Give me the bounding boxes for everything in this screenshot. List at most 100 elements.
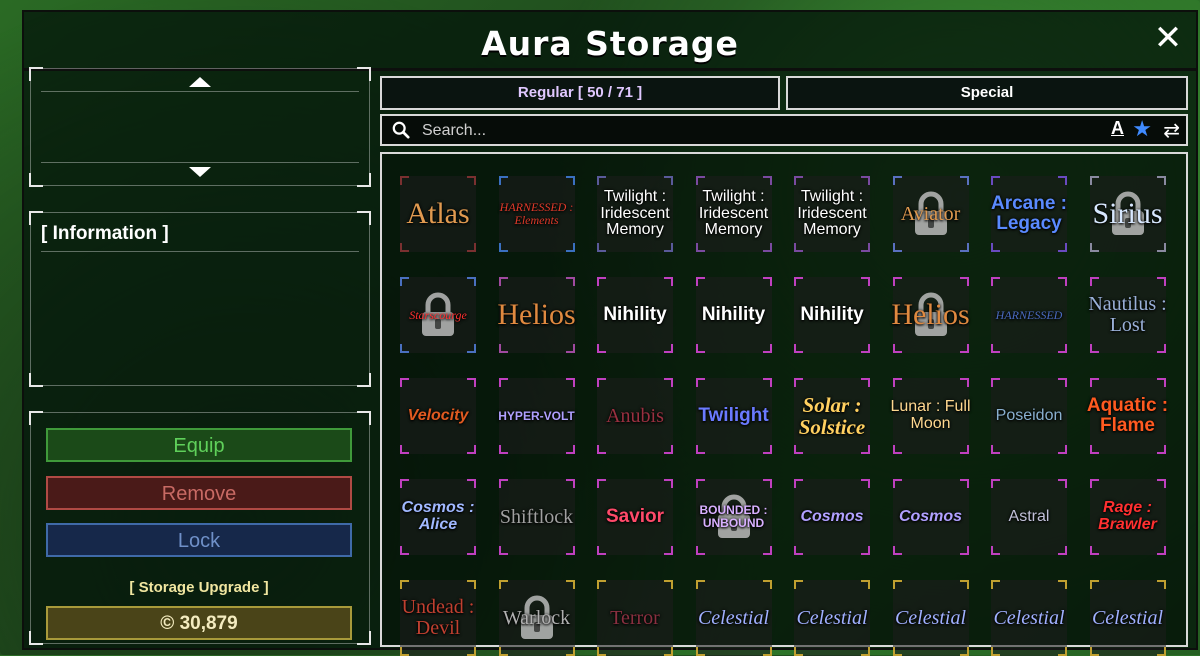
- preview-divider: [41, 91, 359, 92]
- aura-name: Twilight : Iridescent Memory: [797, 187, 867, 239]
- aura-slot[interactable]: Cosmos: [794, 479, 870, 555]
- aura-slot[interactable]: Nihility: [695, 277, 772, 353]
- search-icon: [392, 121, 410, 139]
- aura-slot[interactable]: Twilight : Iridescent Memory: [695, 176, 772, 252]
- aura-slot[interactable]: Cosmos : Alice: [400, 479, 476, 555]
- aura-storage-window: Aura Storage ✕ [ Information ] Equip Rem…: [22, 10, 1198, 656]
- preview-divider: [41, 162, 359, 163]
- aura-preview-box: [29, 67, 371, 187]
- window-title: Aura Storage: [481, 24, 739, 63]
- search-input[interactable]: [420, 118, 1024, 144]
- aura-slot[interactable]: Nihility: [794, 277, 870, 353]
- aura-slot[interactable]: Undead : Devil: [400, 580, 476, 656]
- aura-name: Astral: [1008, 507, 1050, 525]
- aura-name: Aquatic : Flame: [1086, 395, 1169, 436]
- aura-slot[interactable]: Starscourge: [400, 277, 476, 353]
- aura-slot[interactable]: Helios: [497, 277, 576, 353]
- scroll-up-icon[interactable]: [189, 77, 211, 87]
- aura-slot[interactable]: Helios: [891, 277, 970, 353]
- aura-name: Atlas: [406, 197, 470, 231]
- storage-upgrade-button[interactable]: © 30,879: [46, 606, 352, 640]
- aura-slot[interactable]: HARNESSED : Elements: [498, 176, 575, 252]
- aura-slot[interactable]: HYPER-VOLT: [498, 378, 575, 454]
- aura-name: Nihility: [701, 304, 766, 326]
- aura-slot[interactable]: Lunar : Full Moon: [890, 378, 971, 454]
- aura-name: Twilight : Iridescent Memory: [698, 187, 769, 239]
- aura-slot[interactable]: Atlas: [400, 176, 476, 252]
- aura-name: Savior: [605, 506, 665, 528]
- aura-slot[interactable]: Sirius: [1089, 176, 1166, 252]
- aura-name: Cosmos : Alice: [401, 499, 475, 533]
- favorite-star-icon[interactable]: ★: [1132, 118, 1152, 142]
- aura-slot[interactable]: Aviator: [892, 176, 969, 252]
- aura-name: Celestial: [894, 606, 967, 629]
- aura-name: Starscourge: [409, 307, 467, 322]
- aura-slot[interactable]: Nautilus : Lost: [1088, 277, 1167, 353]
- aura-slot[interactable]: Poseidon: [991, 378, 1067, 454]
- aura-slot[interactable]: Cosmos: [892, 479, 969, 555]
- aura-slot[interactable]: BOUNDED : UNBOUND: [695, 479, 772, 555]
- aura-slot[interactable]: Nihility: [597, 277, 673, 353]
- aura-slot[interactable]: Celestial: [892, 580, 969, 656]
- aura-name: Shiftlock: [499, 505, 574, 528]
- aura-slot[interactable]: Terror: [597, 580, 673, 656]
- aura-slot[interactable]: Savior: [597, 479, 673, 555]
- aura-slot[interactable]: Solar : Solstice: [794, 378, 870, 454]
- aura-name: Sirius: [1092, 197, 1163, 231]
- aura-name: BOUNDED : UNBOUND: [699, 503, 768, 530]
- aura-slot[interactable]: Warlock: [498, 580, 575, 656]
- aura-name: Twilight: [698, 405, 769, 427]
- storage-upgrade-label: [ Storage Upgrade ]: [129, 579, 269, 596]
- aura-name: Velocity: [407, 406, 469, 424]
- aura-name: HARNESSED: [995, 307, 1063, 322]
- aura-name: HARNESSED : Elements: [499, 200, 574, 227]
- aura-name: Aviator: [900, 202, 961, 225]
- aura-slot[interactable]: Celestial: [1089, 580, 1166, 656]
- aura-name: Nautilus : Lost: [1088, 293, 1167, 336]
- aura-name: Twilight : Iridescent Memory: [600, 187, 670, 239]
- aura-name: Celestial: [796, 606, 868, 629]
- aura-name: Cosmos: [800, 507, 864, 525]
- tab-regular[interactable]: Regular [ 50 / 71 ]: [380, 76, 780, 110]
- aura-name: Helios: [891, 298, 970, 332]
- aura-slot[interactable]: Twilight: [695, 378, 772, 454]
- scroll-down-icon[interactable]: [189, 167, 211, 177]
- equip-button[interactable]: Equip: [46, 428, 352, 462]
- sort-alphabetical-button[interactable]: A: [1111, 118, 1124, 139]
- aura-name: Poseidon: [995, 406, 1063, 424]
- aura-name: Celestial: [993, 606, 1065, 629]
- aura-name: Lunar : Full Moon: [890, 398, 971, 432]
- aura-slot[interactable]: Celestial: [991, 580, 1067, 656]
- aura-slot[interactable]: Rage : Brawler: [1089, 479, 1166, 555]
- aura-name: Undead : Devil: [401, 596, 475, 639]
- aura-slot[interactable]: Celestial: [794, 580, 870, 656]
- aura-slot[interactable]: Twilight : Iridescent Memory: [597, 176, 673, 252]
- aura-slot[interactable]: Astral: [991, 479, 1067, 555]
- aura-name: HYPER-VOLT: [498, 408, 575, 423]
- information-box: [ Information ]: [29, 211, 371, 387]
- remove-button[interactable]: Remove: [46, 476, 352, 510]
- aura-slot[interactable]: Arcane : Legacy: [991, 176, 1067, 252]
- aura-name: Celestial: [697, 606, 770, 629]
- aura-name: Helios: [497, 298, 576, 332]
- aura-slot[interactable]: Velocity: [400, 378, 476, 454]
- aura-slot[interactable]: Anubis: [597, 378, 673, 454]
- aura-name: Rage : Brawler: [1098, 499, 1157, 533]
- aura-name: Anubis: [606, 404, 664, 427]
- close-icon[interactable]: ✕: [1150, 20, 1186, 56]
- aura-slot[interactable]: HARNESSED: [991, 277, 1067, 353]
- search-bar: A ★ ⇄: [380, 114, 1188, 146]
- aura-grid: Atlas HARNESSED : Elements Twilight : Irid…: [380, 152, 1188, 656]
- lock-button[interactable]: Lock: [46, 523, 352, 557]
- aura-name: Cosmos: [898, 507, 963, 525]
- swap-arrows-icon[interactable]: ⇄: [1163, 118, 1180, 142]
- aura-name: Warlock: [502, 606, 571, 629]
- aura-name: Celestial: [1091, 606, 1164, 629]
- aura-slot[interactable]: Shiftlock: [498, 479, 575, 555]
- aura-slot[interactable]: Twilight : Iridescent Memory: [794, 176, 870, 252]
- tab-special[interactable]: Special: [786, 76, 1188, 110]
- aura-slot[interactable]: Celestial: [695, 580, 772, 656]
- aura-name: Nihility: [603, 304, 667, 326]
- aura-name: Nihility: [800, 304, 864, 326]
- aura-slot[interactable]: Aquatic : Flame: [1087, 378, 1168, 454]
